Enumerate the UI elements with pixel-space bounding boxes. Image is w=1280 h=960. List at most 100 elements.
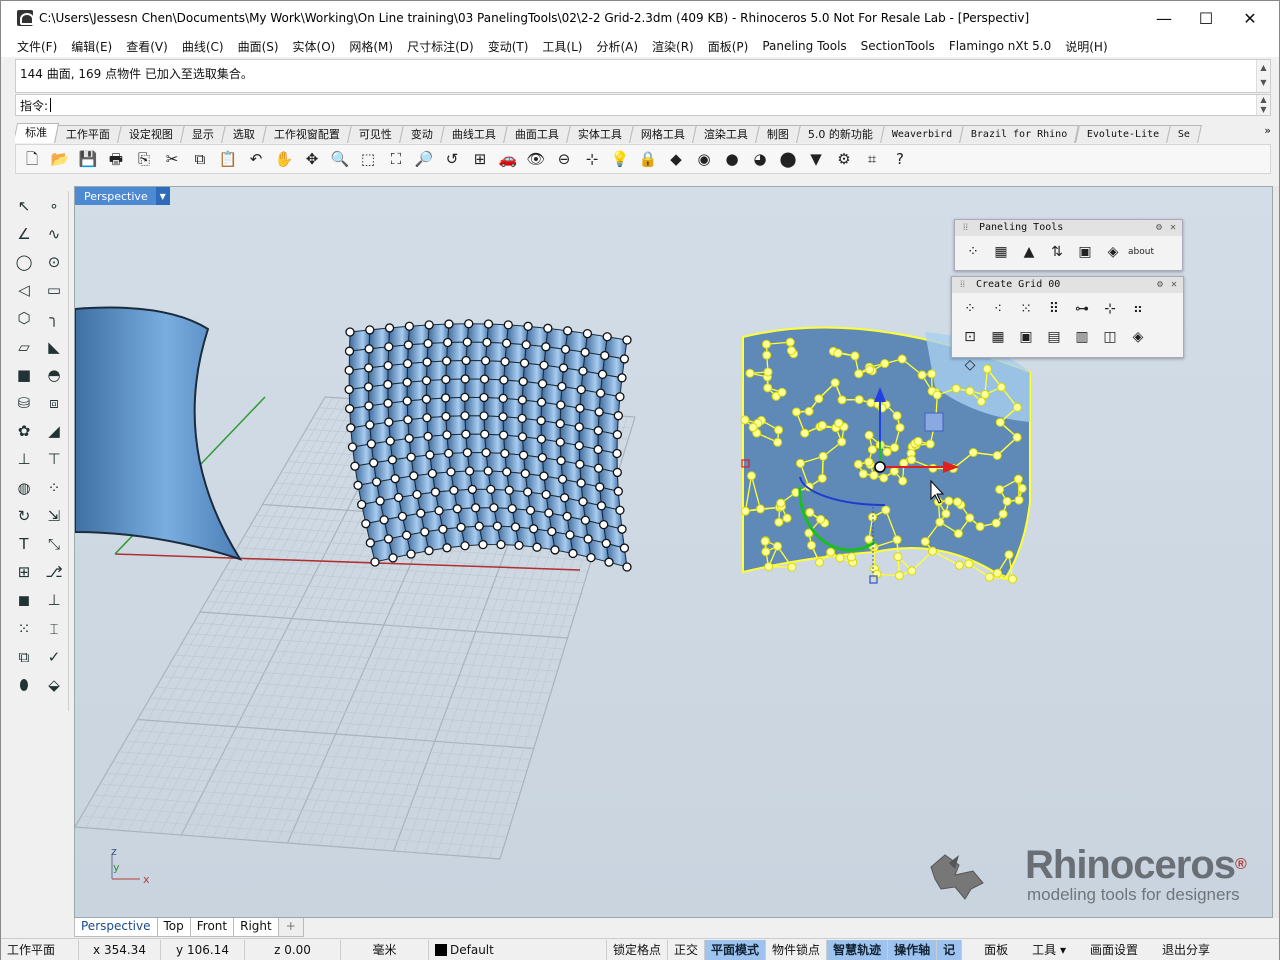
toolbar-tab[interactable]: Brazil for Rhino (959, 125, 1080, 143)
cut-icon[interactable]: ✂ (160, 147, 184, 171)
boolean-icon[interactable]: ◓ (41, 362, 67, 388)
perspective-viewport[interactable]: zyx Perspective ▼ Paneling Tools ⚙ ✕ ⁘▦▲… (74, 186, 1273, 918)
import-icon[interactable]: ⎘ (132, 147, 156, 171)
viewport-right-scroll[interactable] (1273, 186, 1279, 918)
copy-icon[interactable]: ⧉ (188, 147, 212, 171)
maximize-button[interactable]: ☐ (1183, 1, 1229, 35)
toolbar-tab[interactable]: 工作视窗配置 (262, 125, 352, 143)
paint-icon[interactable]: ⬙ (41, 672, 67, 698)
text-icon[interactable]: T (11, 531, 37, 557)
solid-box-icon[interactable]: ◼ (11, 588, 37, 614)
loft-icon[interactable]: ◣ (41, 334, 67, 360)
open-icon[interactable]: 📂 (48, 147, 72, 171)
paste-icon[interactable]: 📋 (216, 147, 240, 171)
tabs-overflow-button[interactable]: » (1262, 123, 1273, 138)
toolbar-tab[interactable]: 选取 (221, 125, 267, 143)
toolbar-tab[interactable]: 曲面工具 (503, 125, 571, 143)
panel-box-icon[interactable]: ▣ (1073, 240, 1097, 264)
menu-item[interactable]: Paneling Tools (762, 39, 846, 53)
rectangle-icon[interactable]: ▭ (41, 278, 67, 304)
status-toggle[interactable]: 锁定格点 (607, 939, 669, 960)
status-toggle[interactable]: 平面模式 (705, 939, 767, 960)
render-mat-icon[interactable]: ⬮ (11, 672, 37, 698)
rotate-view-icon[interactable]: ✥ (300, 147, 324, 171)
status-toggle[interactable]: 操作轴 (888, 939, 938, 960)
grid-box-e-icon[interactable]: ◫ (1098, 325, 1122, 349)
viewport-tab[interactable]: Right (233, 918, 279, 937)
status-layer[interactable]: Default (429, 939, 607, 960)
array-icon[interactable]: ⊞ (11, 560, 37, 586)
panel-close-icon[interactable]: ✕ (1170, 220, 1176, 236)
rendered-sphere-icon[interactable]: ◕ (748, 147, 772, 171)
ellipse-icon[interactable]: ⊙ (41, 249, 67, 275)
about-icon[interactable]: about (1128, 240, 1154, 264)
polyline-icon[interactable]: ∠ (11, 221, 37, 247)
print-icon[interactable]: 🖶 (104, 147, 128, 171)
settings-gear-icon[interactable]: ⚙ (832, 147, 856, 171)
menu-item[interactable]: 曲面(S) (238, 38, 279, 55)
status-menu-item[interactable]: 画面设置 (1078, 940, 1150, 960)
cplane-vert-icon[interactable]: ⌶ (41, 616, 67, 642)
paneling-curve-icon[interactable]: ⇅ (1045, 240, 1069, 264)
pan-hand-icon[interactable]: ✋ (272, 147, 296, 171)
grid-dots-icon[interactable]: ⁙ (1014, 297, 1038, 321)
grid-box-g-icon[interactable]: ◇ (958, 353, 982, 377)
circle-icon[interactable]: ◯ (11, 249, 37, 275)
toolbar-tab[interactable]: 变动 (399, 125, 445, 143)
polygon-icon[interactable]: ⬡ (11, 306, 37, 332)
toolbar-tab[interactable]: Evolute-Lite (1074, 125, 1171, 143)
menu-item[interactable]: 实体(O) (293, 38, 336, 55)
grid-icon[interactable]: ⁙ (11, 616, 37, 642)
fillet-icon[interactable]: ╮ (41, 306, 67, 332)
scale-icon[interactable]: ⇲ (41, 503, 67, 529)
viewport-tab[interactable]: Perspective (74, 918, 158, 937)
toolbar-tab[interactable]: 曲线工具 (440, 125, 508, 143)
mesh-icon[interactable]: ✿ (11, 419, 37, 445)
toolbar-tab[interactable]: 5.0 的新功能 (796, 125, 885, 143)
command-line[interactable]: 指令: ▲ ▼ (15, 94, 1271, 116)
shaded-sphere-icon[interactable]: ● (720, 147, 744, 171)
sweep-icon[interactable]: ◢ (41, 419, 67, 445)
curve-icon[interactable]: ∿ (41, 221, 67, 247)
menu-item[interactable]: 工具(L) (542, 38, 582, 55)
group-icon[interactable]: ◍ (11, 475, 37, 501)
status-toggle[interactable]: 智慧轨迹 (827, 939, 889, 960)
viewport-menu-arrow-icon[interactable]: ▼ (155, 187, 170, 205)
toolbar-tab[interactable]: 工作平面 (54, 125, 122, 143)
toolbar-tab[interactable]: 网格工具 (629, 125, 697, 143)
grid-create-icon[interactable]: ▦ (989, 240, 1013, 264)
analyze-icon[interactable]: ⎇ (41, 560, 67, 586)
menu-item[interactable]: SectionTools (861, 39, 935, 53)
minimize-button[interactable]: — (1141, 1, 1187, 35)
toolbar-tab[interactable]: 标准 (15, 123, 60, 143)
cylinder-icon[interactable]: ⛁ (11, 390, 37, 416)
menu-item[interactable]: 说明(H) (1065, 38, 1107, 55)
layer-icon[interactable]: ◆ (664, 147, 688, 171)
zoom-selected-icon[interactable]: 🔎 (412, 147, 436, 171)
surface-icon[interactable]: ▱ (11, 334, 37, 360)
panel-header[interactable]: Create Grid 00 ⚙ ✕ (952, 277, 1183, 293)
toolbar-tab[interactable]: Weaverbird (880, 125, 965, 143)
align-icon[interactable]: ⊤ (41, 447, 67, 473)
select-arrow-icon[interactable]: ↖ (11, 193, 37, 219)
box-icon[interactable]: ■ (11, 362, 37, 388)
menu-item[interactable]: 尺寸标注(D) (407, 38, 474, 55)
filter-icon[interactable]: ▼ (804, 147, 828, 171)
grid-curve-icon[interactable]: ⠿ (1042, 297, 1066, 321)
grid-frame-icon[interactable]: ⊡ (958, 325, 982, 349)
zoom-window-icon[interactable]: ⬚ (356, 147, 380, 171)
menu-item[interactable]: 网格(M) (349, 38, 393, 55)
status-menu-item[interactable]: 工具 ▾ (1020, 940, 1078, 960)
snap-icon[interactable]: ⌗ (860, 147, 884, 171)
command-scrollbar[interactable]: ▲ ▼ (1256, 95, 1270, 115)
status-toggle[interactable]: 记 (937, 939, 963, 960)
cplane-icon[interactable]: ⊹ (580, 147, 604, 171)
camera-eye-icon[interactable]: 👁 (524, 147, 548, 171)
triangle-panel-icon[interactable]: ▲ (1017, 240, 1041, 264)
new-icon[interactable]: 🗋 (20, 147, 44, 171)
menu-item[interactable]: 编辑(E) (71, 38, 112, 55)
ruler-icon[interactable]: ⊥ (41, 588, 67, 614)
menu-item[interactable]: 分析(A) (596, 38, 638, 55)
panel-gear-icon[interactable]: ⚙ (1156, 220, 1162, 236)
menu-item[interactable]: 曲线(C) (182, 38, 224, 55)
